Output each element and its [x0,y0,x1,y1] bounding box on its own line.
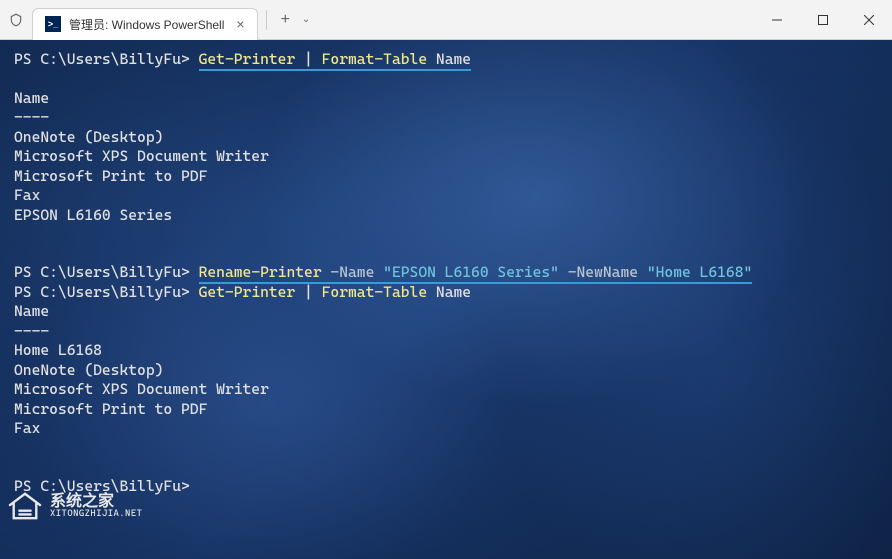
printer: EPSON L6160 Series [14,206,878,226]
cmd-line-3: PS C:\Users\BillyFu> Get-Printer | Forma… [14,283,878,303]
cmd-line-1: PS C:\Users\BillyFu> Get-Printer | Forma… [14,50,878,70]
powershell-window: >_ 管理员: Windows PowerShell × + ⌄ PS C:\U… [0,0,892,559]
printer: Fax [14,186,878,206]
printer: Microsoft Print to PDF [14,400,878,420]
app-shield-icon [8,12,24,28]
watermark: 系统之家 XITONGZHIJIA.NET [6,490,870,522]
printer: Home L6168 [14,341,878,361]
printer: Microsoft Print to PDF [14,167,878,187]
maximize-button[interactable] [800,0,846,39]
output-dashes: ---- [14,108,878,128]
new-tab-button[interactable]: + [275,11,296,29]
close-button[interactable] [846,0,892,39]
output-header: Name [14,302,878,322]
tab[interactable]: >_ 管理员: Windows PowerShell × [32,8,258,40]
tab-divider [266,10,267,30]
cmd-line-2: PS C:\Users\BillyFu> Rename-Printer -Nam… [14,263,878,283]
tab-dropdown-button[interactable]: ⌄ [296,14,316,25]
window-controls [754,0,892,39]
tab-title: 管理员: Windows PowerShell [69,16,224,33]
output-header: Name [14,89,878,109]
printer: Microsoft XPS Document Writer [14,147,878,167]
terminal-content[interactable]: PS C:\Users\BillyFu> Get-Printer | Forma… [0,40,892,559]
printer: Fax [14,419,878,439]
printer: Microsoft XPS Document Writer [14,380,878,400]
watermark-house-icon [6,490,44,522]
printer: OneNote (Desktop) [14,361,878,381]
powershell-icon: >_ [45,16,61,32]
minimize-button[interactable] [754,0,800,39]
tab-close-button[interactable]: × [236,16,244,32]
watermark-url: XITONGZHIJIA.NET [50,510,142,520]
printer: OneNote (Desktop) [14,128,878,148]
watermark-title: 系统之家 [50,492,142,510]
output-dashes: ---- [14,322,878,342]
titlebar: >_ 管理员: Windows PowerShell × + ⌄ [0,0,892,40]
